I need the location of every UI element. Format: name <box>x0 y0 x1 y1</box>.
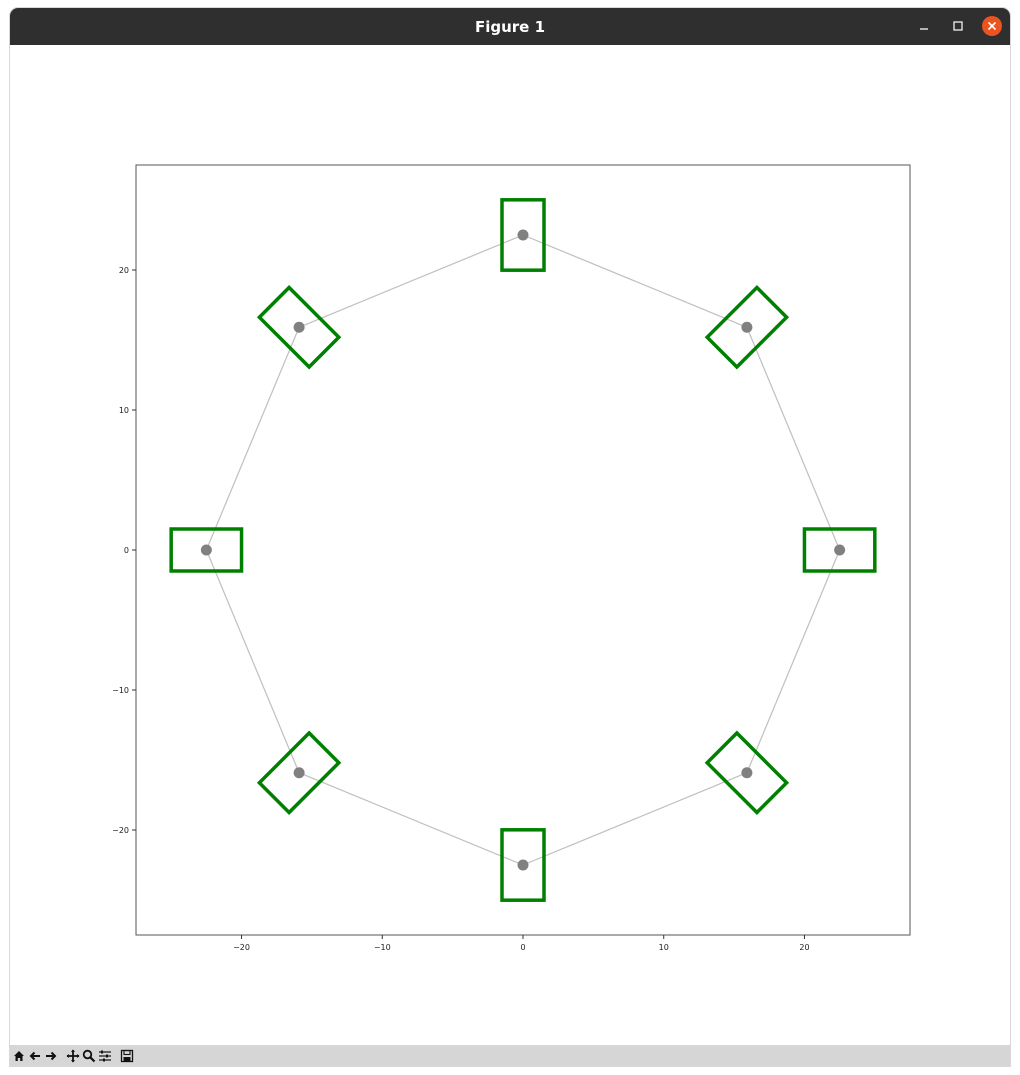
figure-canvas[interactable]: −20 −10 0 10 20 −20 −10 0 10 20 <box>10 45 1010 1045</box>
axes-frame <box>135 164 911 936</box>
magnifier-icon <box>82 1049 96 1062</box>
data-point <box>517 229 529 241</box>
data-point <box>517 859 529 871</box>
save-icon <box>120 1049 134 1062</box>
close-button[interactable] <box>982 16 1002 36</box>
x-tick-label: 20 <box>799 943 809 952</box>
data-point <box>293 767 305 779</box>
maximize-button[interactable] <box>948 16 968 36</box>
save-button[interactable] <box>120 1049 134 1063</box>
data-point <box>741 767 753 779</box>
y-axis-ticks: −20 −10 0 10 20 <box>112 266 136 835</box>
close-icon <box>987 21 997 31</box>
forward-arrow-icon <box>46 1051 57 1060</box>
x-tick-label: 0 <box>520 943 525 952</box>
home-button[interactable] <box>12 1049 26 1063</box>
sliders-icon <box>99 1050 111 1061</box>
scatter-chart: −20 −10 0 10 20 −20 −10 0 10 20 <box>112 164 911 952</box>
data-point <box>200 544 212 556</box>
home-icon <box>14 1050 24 1061</box>
title-bar[interactable]: Figure 1 <box>10 8 1010 45</box>
x-tick-label: −10 <box>374 943 391 952</box>
x-tick-label: −20 <box>233 943 250 952</box>
x-axis-ticks: −20 −10 0 10 20 <box>233 935 810 952</box>
pan-button[interactable] <box>66 1049 80 1063</box>
configure-subplots-button[interactable] <box>98 1049 112 1063</box>
forward-button[interactable] <box>44 1049 58 1063</box>
y-tick-label: 0 <box>124 546 129 555</box>
minimize-button[interactable] <box>914 16 934 36</box>
y-tick-label: 20 <box>119 266 129 275</box>
zoom-button[interactable] <box>82 1049 96 1063</box>
back-arrow-icon <box>29 1051 40 1060</box>
minimize-icon <box>920 28 928 30</box>
data-point <box>834 544 846 556</box>
window-title: Figure 1 <box>474 17 546 36</box>
navigation-toolbar <box>10 1045 1010 1066</box>
x-tick-label: 10 <box>659 943 669 952</box>
maximize-icon <box>953 21 963 31</box>
data-point <box>293 321 305 333</box>
y-tick-label: 10 <box>119 406 129 415</box>
back-button[interactable] <box>28 1049 42 1063</box>
data-point <box>741 321 753 333</box>
y-tick-label: −20 <box>112 826 129 835</box>
close-button-circle <box>982 16 1002 36</box>
y-tick-label: −10 <box>112 686 129 695</box>
figure-window: Figure 1 −20 −10 0 10 20 −20 −10 0 10 20 <box>10 8 1010 1066</box>
move-icon <box>66 1049 80 1062</box>
